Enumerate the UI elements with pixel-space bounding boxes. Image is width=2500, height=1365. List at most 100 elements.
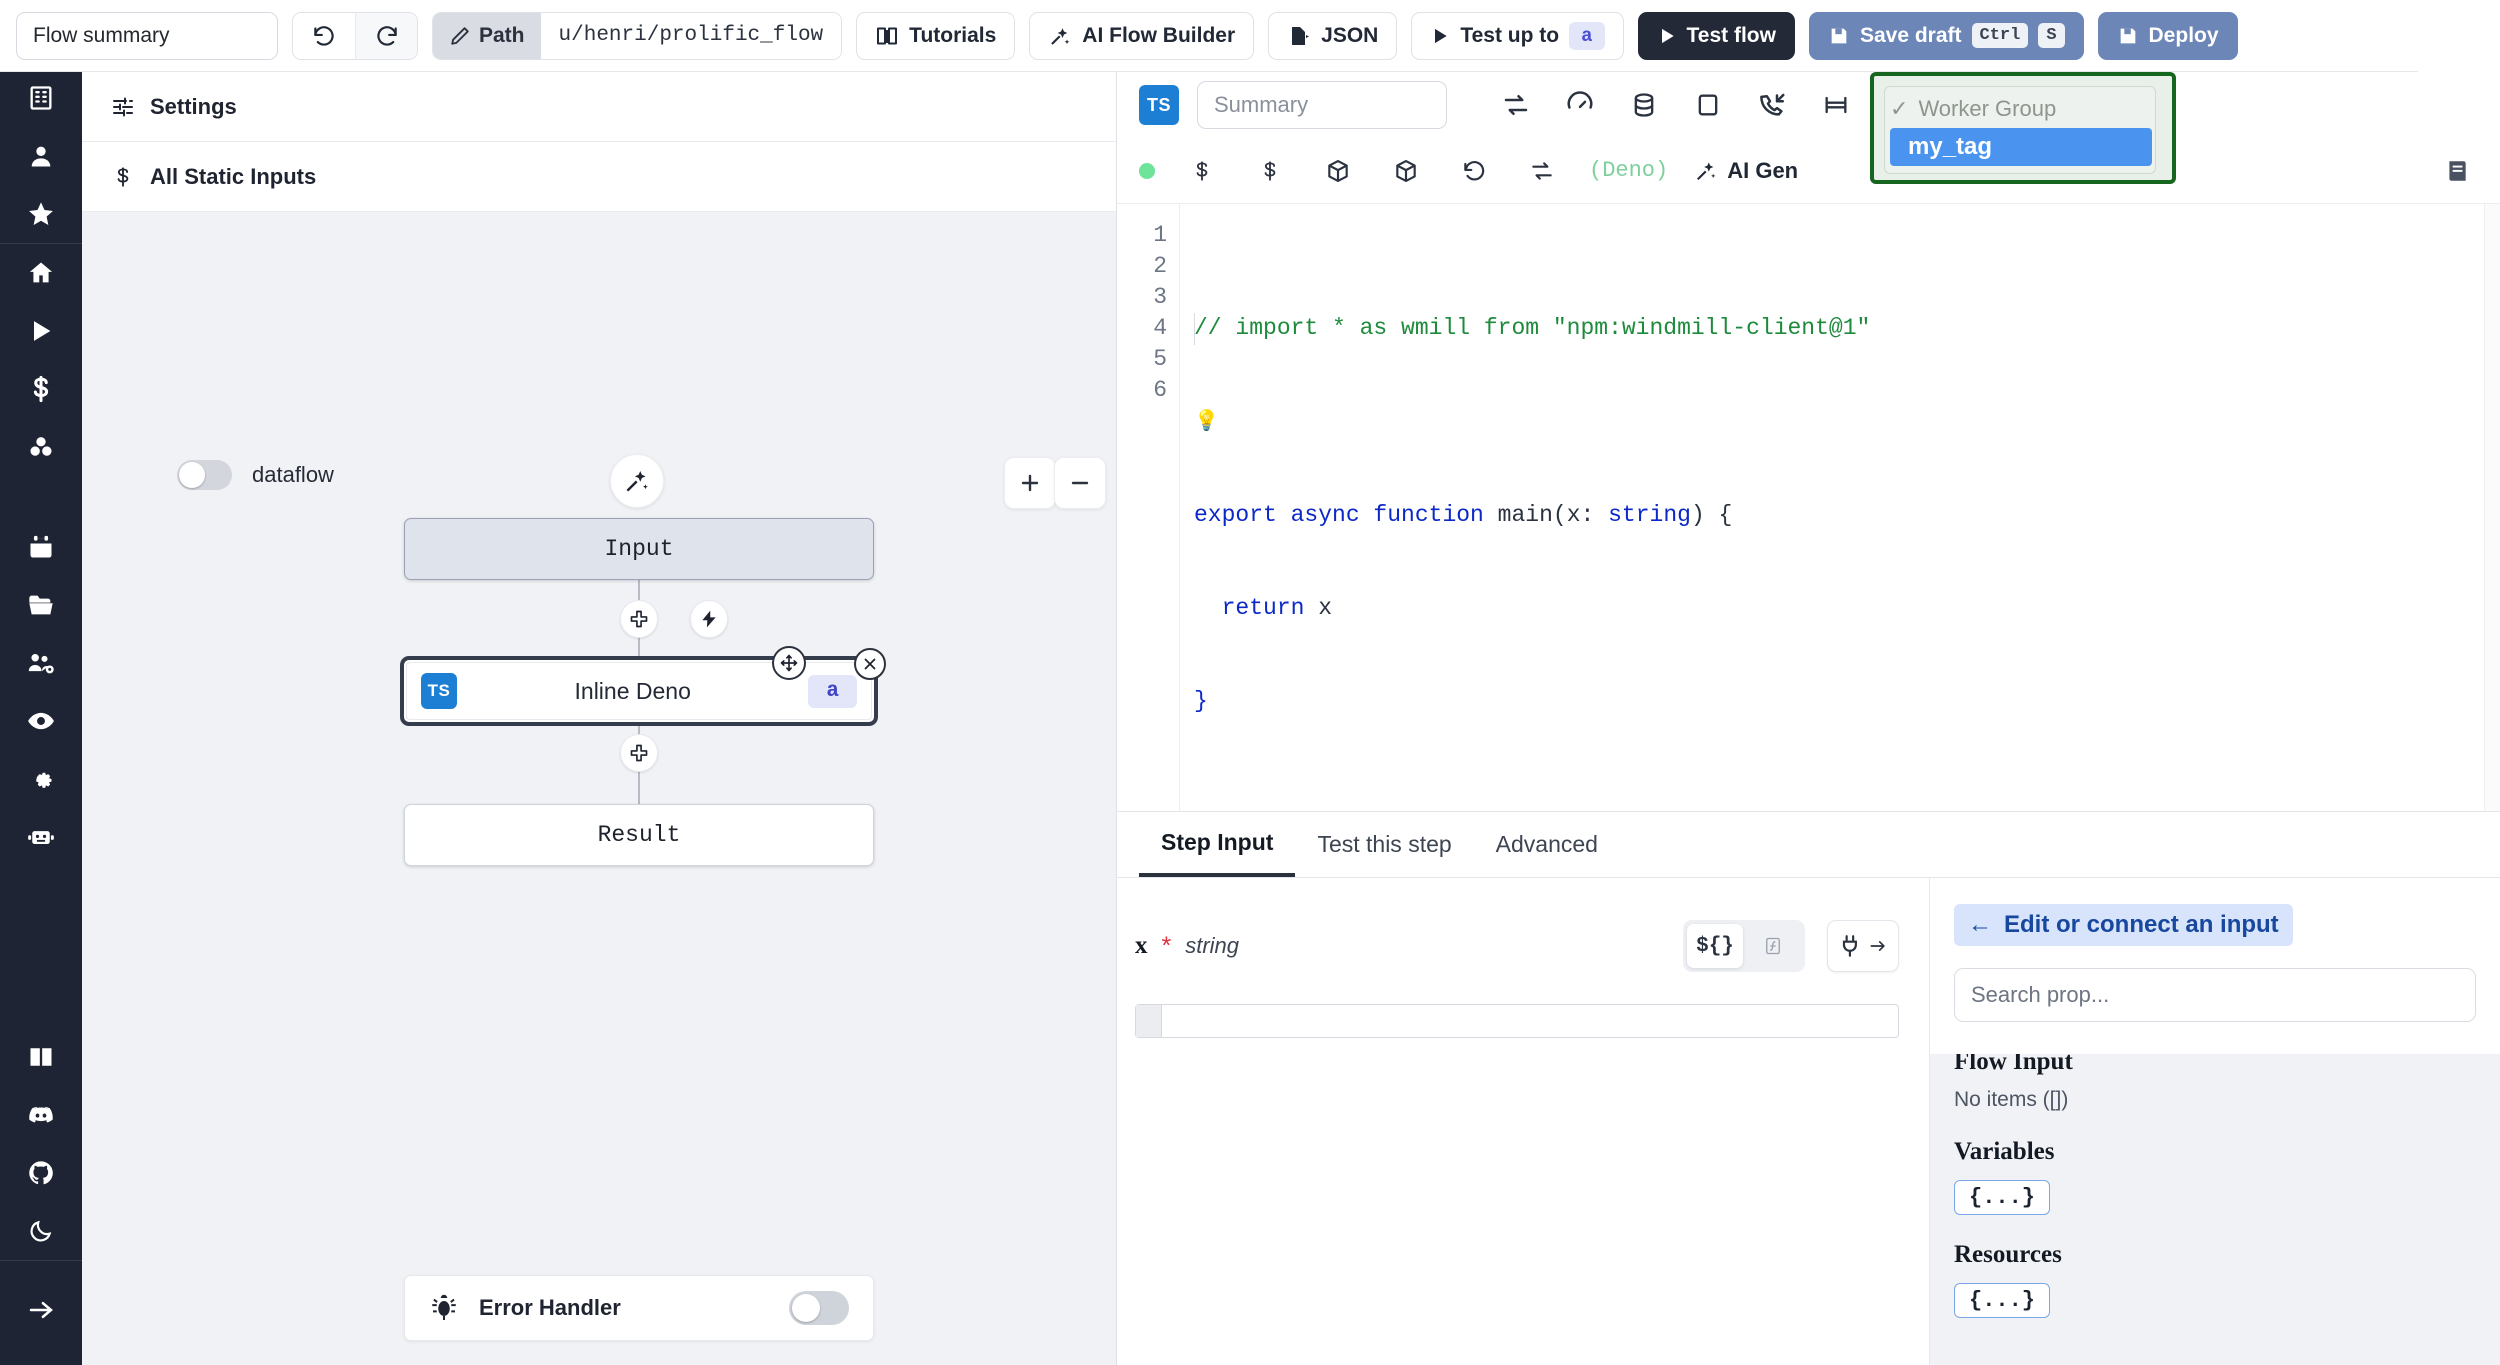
ai-assist-button[interactable] bbox=[610, 454, 664, 508]
expand-icon[interactable] bbox=[0, 1281, 82, 1339]
code-line-1: // import * as wmill from "npm:windmill-… bbox=[1194, 313, 2500, 344]
dataflow-toggle[interactable] bbox=[177, 460, 232, 490]
resources-dollar-icon[interactable] bbox=[1249, 150, 1291, 192]
test-flow-button[interactable]: Test flow bbox=[1637, 11, 1795, 60]
tab-advanced[interactable]: Advanced bbox=[1474, 813, 1620, 877]
folders-icon[interactable] bbox=[0, 576, 82, 634]
audit-logs-icon[interactable] bbox=[0, 692, 82, 750]
resources-object-button[interactable]: {...} bbox=[1954, 1283, 2051, 1318]
static-mode-button[interactable]: ${} bbox=[1687, 924, 1743, 968]
rail-group-main bbox=[0, 244, 82, 476]
wand-icon bbox=[1697, 161, 1716, 180]
add-branch-button[interactable] bbox=[690, 600, 728, 638]
user-icon[interactable] bbox=[0, 127, 82, 185]
groups-icon[interactable] bbox=[0, 634, 82, 692]
worker-group-dropdown[interactable]: ✓ Worker Group my_tag bbox=[1870, 72, 2176, 184]
save-draft-button[interactable]: Save draft Ctrl S bbox=[1808, 11, 2084, 60]
timeout-icon[interactable] bbox=[1559, 84, 1601, 126]
variables-icon[interactable] bbox=[1181, 150, 1223, 192]
package-icon[interactable] bbox=[1317, 150, 1359, 192]
tab-step-input[interactable]: Step Input bbox=[1139, 813, 1296, 877]
edit-or-connect-button[interactable]: ← Edit or connect an input bbox=[1954, 904, 2293, 946]
check-icon: ✓ bbox=[1890, 96, 1909, 121]
node-delete-button[interactable] bbox=[854, 648, 886, 680]
zoom-in-button[interactable] bbox=[1004, 457, 1056, 509]
runs-icon[interactable] bbox=[0, 302, 82, 360]
node-result[interactable]: Result bbox=[404, 804, 874, 866]
flow-canvas[interactable]: dataflow Input TS Inline Deno a Result E… bbox=[82, 212, 1116, 1365]
flow-summary-input[interactable] bbox=[16, 11, 278, 60]
editor-scrollbar[interactable] bbox=[2484, 204, 2500, 811]
editor-action-icons bbox=[1495, 84, 1921, 126]
node-input[interactable]: Input bbox=[404, 518, 874, 580]
path-edit-button[interactable]: Path bbox=[433, 12, 541, 59]
add-step-button-1[interactable] bbox=[620, 600, 658, 638]
search-prop-input[interactable] bbox=[1954, 968, 2476, 1022]
node-move-handle[interactable] bbox=[772, 646, 806, 680]
settings-icon[interactable] bbox=[0, 750, 82, 808]
json-button[interactable]: JSON bbox=[1268, 11, 1398, 60]
add-step-button-2[interactable] bbox=[620, 734, 658, 772]
zoom-out-button[interactable] bbox=[1054, 457, 1106, 509]
workspace-icon[interactable] bbox=[0, 69, 82, 127]
deploy-button[interactable]: Deploy bbox=[2097, 11, 2238, 60]
all-static-inputs-row[interactable]: All Static Inputs bbox=[82, 142, 1116, 212]
discord-icon[interactable] bbox=[0, 1086, 82, 1144]
code-editor[interactable]: 1 2 3 4 5 6 // import * as wmill from "n… bbox=[1117, 204, 2500, 812]
field-value-input-x[interactable] bbox=[1135, 1004, 1899, 1038]
line-number: 5 bbox=[1153, 346, 1167, 372]
play-icon bbox=[1661, 28, 1674, 43]
refresh-icon[interactable] bbox=[1521, 150, 1563, 192]
ai-flow-builder-button[interactable]: AI Flow Builder bbox=[1029, 11, 1255, 60]
worker-group-option[interactable]: ✓ Worker Group bbox=[1890, 92, 2152, 126]
settings-row[interactable]: Settings bbox=[82, 72, 1116, 142]
stop-after-if-icon[interactable] bbox=[1687, 84, 1729, 126]
redo-icon[interactable] bbox=[355, 12, 417, 59]
docs-icon[interactable] bbox=[0, 1028, 82, 1086]
flow-input-empty: No items ([]) bbox=[1954, 1088, 2069, 1111]
tab-test-this-step[interactable]: Test this step bbox=[1295, 813, 1473, 877]
worker-group-selected-option[interactable]: my_tag bbox=[1890, 128, 2152, 166]
line-number: 1 bbox=[1153, 222, 1167, 248]
worker-group-option-label: Worker Group bbox=[1918, 96, 2057, 121]
step-summary-input[interactable] bbox=[1197, 81, 1447, 129]
home-icon[interactable] bbox=[0, 244, 82, 302]
dark-mode-icon[interactable] bbox=[0, 1202, 82, 1260]
code-line-3: export async function main(x: string) { bbox=[1194, 502, 1733, 528]
retries-icon[interactable] bbox=[1495, 84, 1537, 126]
line-number-gutter: 1 2 3 4 5 6 bbox=[1117, 204, 1179, 811]
code-content[interactable]: // import * as wmill from "npm:windmill-… bbox=[1179, 204, 2500, 811]
save-icon bbox=[1831, 28, 1847, 43]
sleep-icon[interactable] bbox=[1815, 84, 1857, 126]
package-alt-icon[interactable] bbox=[1385, 150, 1427, 192]
plus-cross-icon bbox=[630, 744, 648, 762]
cache-icon[interactable] bbox=[1623, 84, 1665, 126]
path-control[interactable]: Path u/henri/prolific_flow bbox=[432, 11, 843, 60]
reset-icon[interactable] bbox=[1453, 150, 1495, 192]
javascript-mode-button[interactable] bbox=[1745, 924, 1801, 968]
path-value[interactable]: u/henri/prolific_flow bbox=[540, 12, 842, 59]
github-icon[interactable] bbox=[0, 1144, 82, 1202]
function-icon bbox=[1766, 937, 1780, 955]
resources-icon[interactable] bbox=[0, 418, 82, 476]
error-handler-label: Error Handler bbox=[479, 1295, 621, 1320]
ai-gen-button[interactable]: AI Gen bbox=[1694, 158, 1798, 184]
undo-icon[interactable] bbox=[293, 12, 355, 59]
error-handler-card[interactable]: Error Handler bbox=[404, 1275, 874, 1341]
schedules-icon[interactable] bbox=[0, 518, 82, 576]
error-handler-toggle[interactable] bbox=[789, 1291, 849, 1325]
editor-book-icon[interactable] bbox=[2436, 150, 2478, 192]
test-up-to-button[interactable]: Test up to a bbox=[1411, 11, 1624, 60]
variables-object-button[interactable]: {...} bbox=[1954, 1180, 2051, 1215]
line-number: 4 bbox=[1153, 315, 1167, 341]
flow-settings-list: Settings All Static Inputs bbox=[82, 72, 1116, 212]
lightbulb-icon[interactable]: 💡 bbox=[1194, 411, 1219, 434]
left-sidebar-rail bbox=[0, 0, 82, 1365]
variables-icon[interactable] bbox=[0, 360, 82, 418]
star-icon[interactable] bbox=[0, 185, 82, 243]
tutorials-button[interactable]: Tutorials bbox=[856, 11, 1016, 60]
field-required-marker: * bbox=[1161, 931, 1172, 960]
workers-icon[interactable] bbox=[0, 808, 82, 866]
connect-input-button[interactable] bbox=[1827, 920, 1899, 972]
suspend-icon[interactable] bbox=[1751, 84, 1793, 126]
